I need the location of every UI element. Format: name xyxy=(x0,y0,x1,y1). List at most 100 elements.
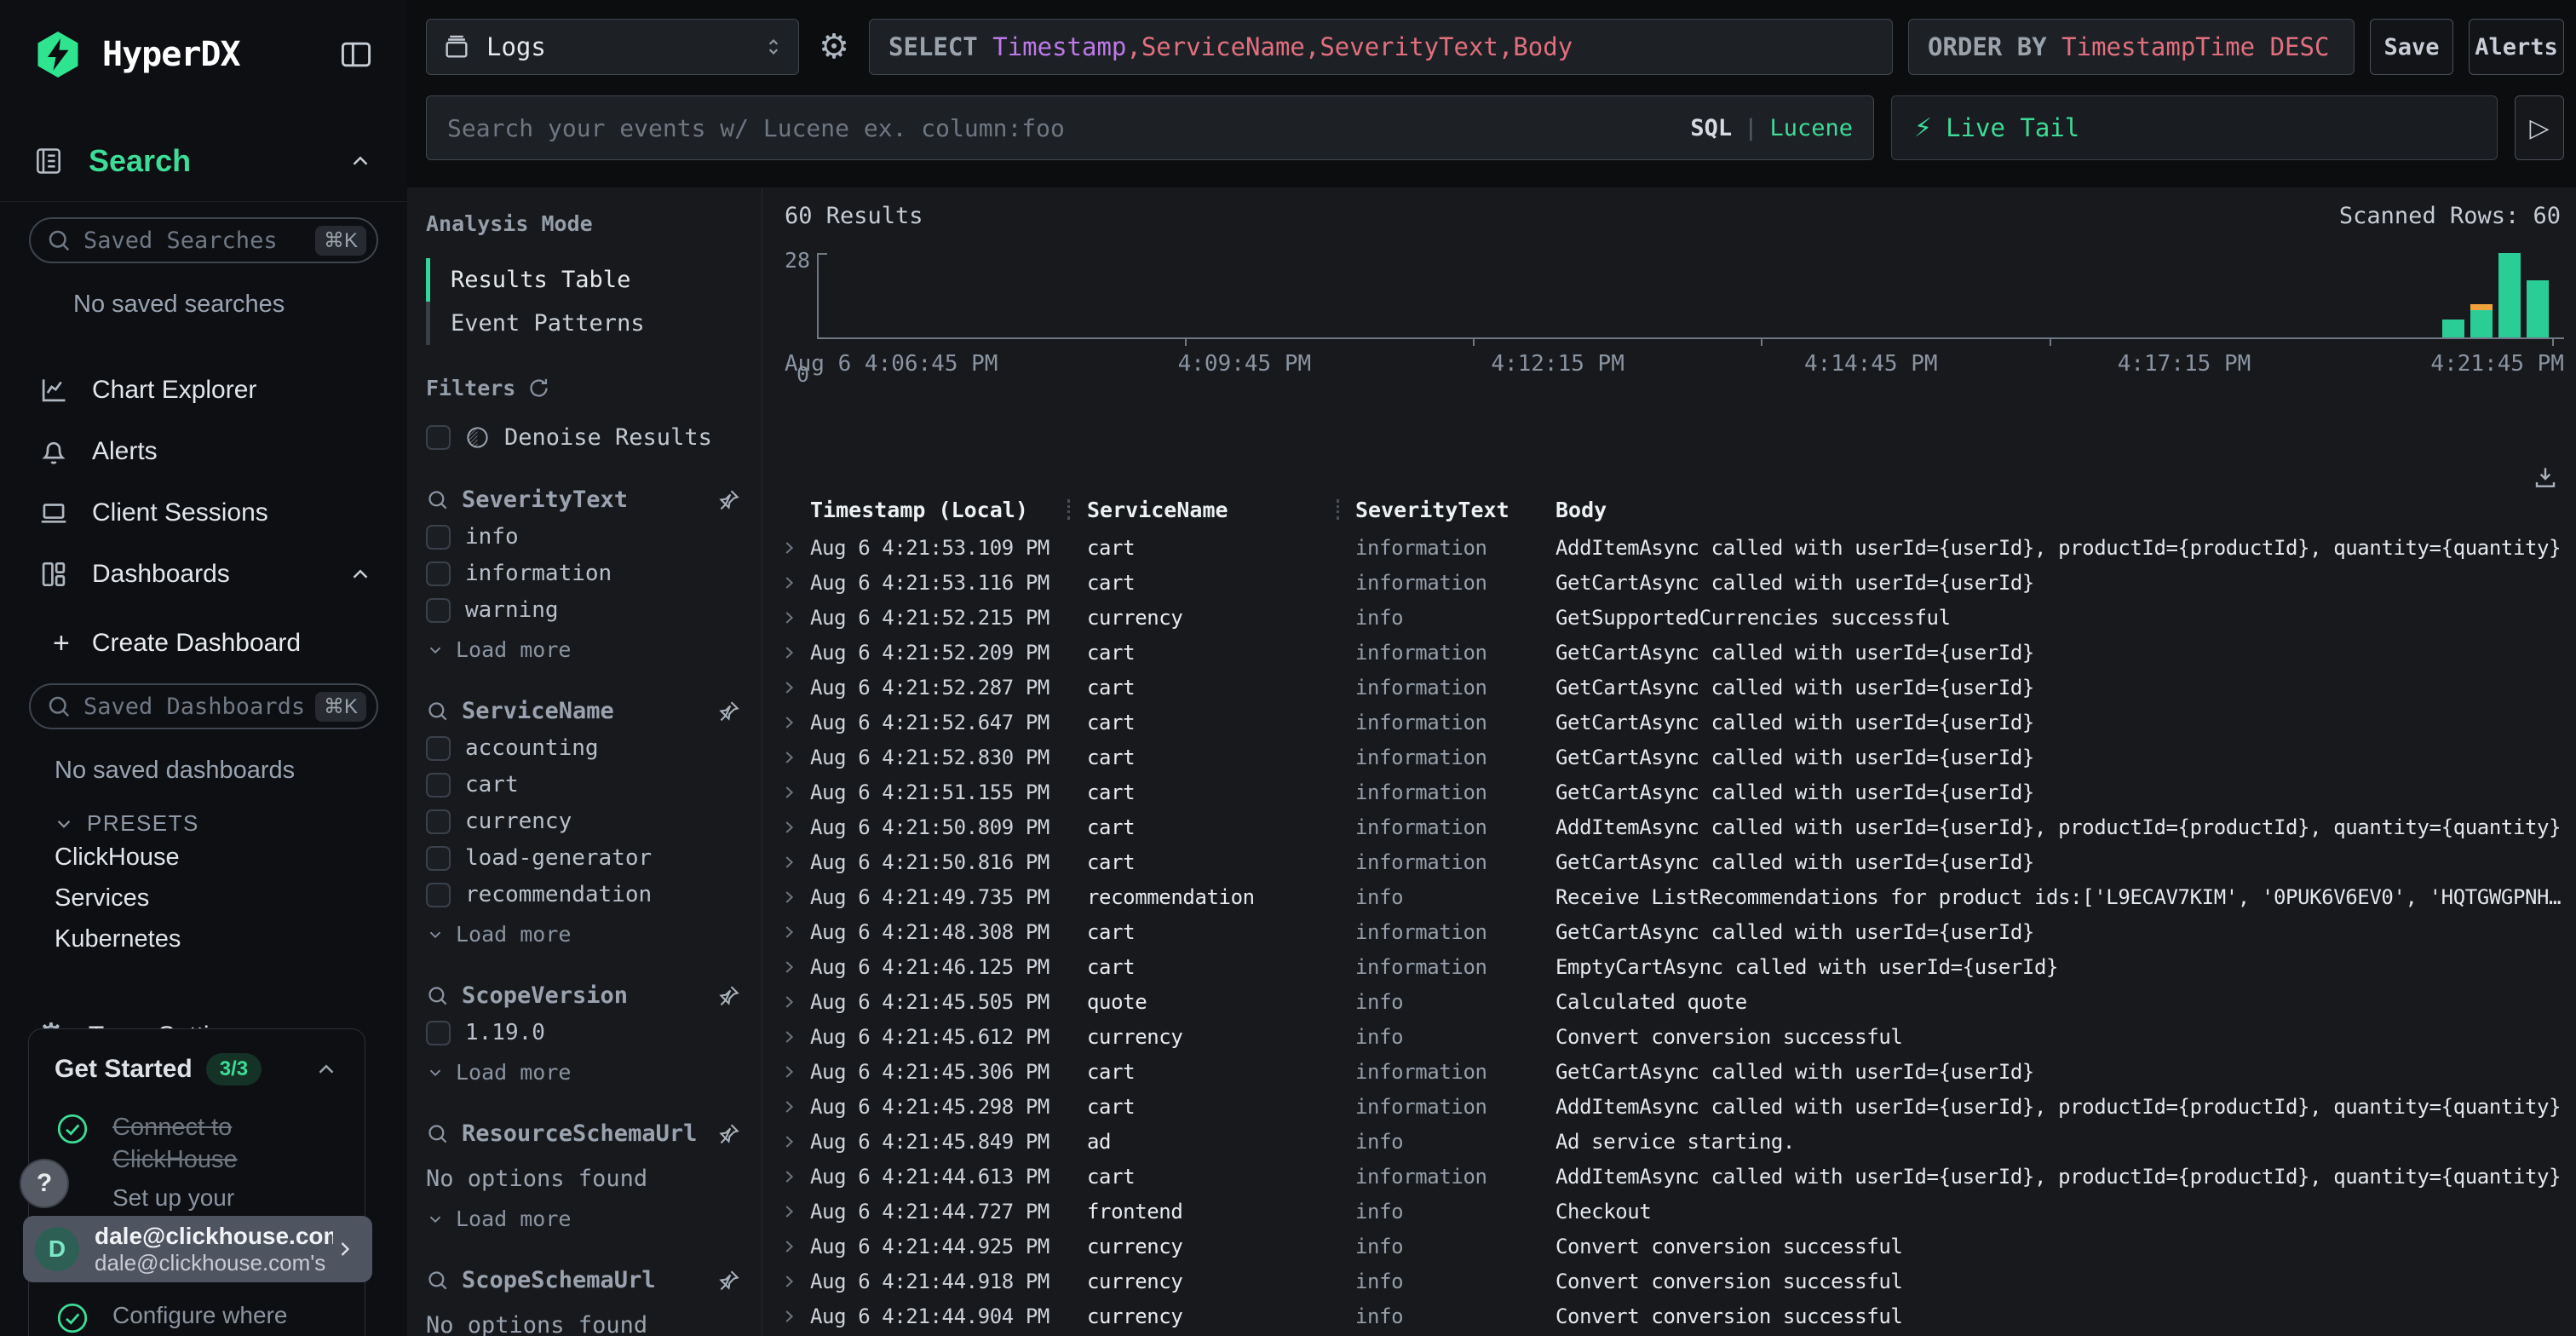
table-row[interactable]: Aug 6 4:21:53.109 PM cart information Ad… xyxy=(771,530,2576,565)
expand-row-icon[interactable] xyxy=(771,888,810,907)
load-more-button[interactable]: Load more xyxy=(426,637,741,662)
table-row[interactable]: Aug 6 4:21:45.505 PM quote info Calculat… xyxy=(771,984,2576,1019)
order-by-input[interactable]: ORDER BY TimestampTime DESC xyxy=(1908,19,2355,75)
expand-row-icon[interactable] xyxy=(771,1062,810,1081)
checkbox[interactable] xyxy=(426,736,451,761)
checkbox[interactable] xyxy=(426,561,451,586)
table-row[interactable]: Aug 6 4:21:45.306 PM cart information Ge… xyxy=(771,1054,2576,1089)
denoise-results-option[interactable]: Denoise Results xyxy=(426,424,741,451)
search-icon[interactable] xyxy=(426,488,449,511)
checkbox[interactable] xyxy=(426,1021,451,1045)
expand-row-icon[interactable] xyxy=(771,1307,810,1326)
table-row[interactable]: Aug 6 4:21:45.298 PM cart information Ad… xyxy=(771,1089,2576,1124)
filter-option[interactable]: 1.19.0 xyxy=(426,1020,741,1045)
chevron-up-icon[interactable] xyxy=(348,561,373,587)
table-row[interactable]: Aug 6 4:21:52.647 PM cart information Ge… xyxy=(771,705,2576,740)
sidebar-item-client-sessions[interactable]: Client Sessions xyxy=(0,482,407,544)
table-row[interactable]: Aug 6 4:21:44.918 PM currency info Conve… xyxy=(771,1264,2576,1299)
source-settings-button[interactable]: ⚙ xyxy=(814,19,854,75)
expand-row-icon[interactable] xyxy=(771,853,810,872)
table-row[interactable]: Aug 6 4:21:45.849 PM ad info Ad service … xyxy=(771,1124,2576,1159)
help-button[interactable]: ? xyxy=(20,1159,69,1208)
filter-option[interactable]: accounting xyxy=(426,735,741,761)
presets-toggle[interactable]: PRESETS xyxy=(53,810,407,837)
search-icon[interactable] xyxy=(426,1122,449,1145)
search-icon[interactable] xyxy=(426,1269,449,1292)
download-icon[interactable] xyxy=(2532,464,2559,491)
checkbox[interactable] xyxy=(426,846,451,871)
pin-icon[interactable] xyxy=(716,1268,741,1293)
expand-row-icon[interactable] xyxy=(771,1202,810,1221)
select-clause-input[interactable]: SELECT Timestamp ,ServiceName,SeverityTe… xyxy=(869,19,1893,75)
pin-icon[interactable] xyxy=(716,983,741,1008)
get-started-step-2[interactable]: Configure where your data comes from xyxy=(55,1300,339,1336)
checkbox[interactable] xyxy=(426,809,451,834)
alerts-button[interactable]: Alerts xyxy=(2469,19,2564,75)
checkbox[interactable] xyxy=(426,883,451,907)
filter-option[interactable]: cart xyxy=(426,772,741,798)
sql-mode-toggle[interactable]: SQL xyxy=(1690,115,1732,141)
expand-row-icon[interactable] xyxy=(771,923,810,942)
table-row[interactable]: Aug 6 4:21:44.925 PM currency info Conve… xyxy=(771,1229,2576,1264)
table-row[interactable]: Aug 6 4:21:46.125 PM cart information Em… xyxy=(771,949,2576,984)
sidebar-item-chart-explorer[interactable]: Chart Explorer xyxy=(0,360,407,421)
refresh-icon[interactable] xyxy=(527,377,550,400)
lucene-mode-toggle[interactable]: Lucene xyxy=(1769,115,1853,141)
sidebar-item-search[interactable]: Search xyxy=(0,143,407,179)
expand-row-icon[interactable] xyxy=(771,1097,810,1116)
pin-icon[interactable] xyxy=(716,1121,741,1146)
table-row[interactable]: Aug 6 4:21:44.727 PM frontend info Check… xyxy=(771,1194,2576,1229)
checkbox[interactable] xyxy=(426,425,451,450)
table-row[interactable]: Aug 6 4:21:50.816 PM cart information Ge… xyxy=(771,844,2576,879)
expand-row-icon[interactable] xyxy=(771,783,810,802)
saved-dashboards-input[interactable]: Saved Dashboards ⌘K xyxy=(29,683,378,729)
checkbox[interactable] xyxy=(426,598,451,623)
preset-dashboard-link[interactable]: Kubernetes xyxy=(55,918,407,959)
filter-option[interactable]: currency xyxy=(426,809,741,834)
chevron-up-icon[interactable] xyxy=(348,148,373,174)
table-row[interactable]: Aug 6 4:21:44.904 PM currency info Conve… xyxy=(771,1299,2576,1333)
expand-row-icon[interactable] xyxy=(771,818,810,837)
expand-row-icon[interactable] xyxy=(771,573,810,592)
sidebar-item-alerts[interactable]: Alerts xyxy=(0,421,407,482)
expand-row-icon[interactable] xyxy=(771,608,810,627)
source-select[interactable]: Logs xyxy=(426,19,799,75)
col-timestamp[interactable]: Timestamp (Local) xyxy=(810,498,1067,522)
chart-plot-area[interactable] xyxy=(817,253,2564,339)
table-row[interactable]: Aug 6 4:21:49.735 PM recommendation info… xyxy=(771,879,2576,914)
checkbox[interactable] xyxy=(426,525,451,550)
preset-dashboard-link[interactable]: ClickHouse xyxy=(55,837,407,878)
expand-row-icon[interactable] xyxy=(771,1237,810,1256)
table-row[interactable]: Aug 6 4:21:52.287 PM cart information Ge… xyxy=(771,670,2576,705)
table-row[interactable]: Aug 6 4:21:45.612 PM currency info Conve… xyxy=(771,1019,2576,1054)
search-icon[interactable] xyxy=(426,700,449,723)
load-more-button[interactable]: Load more xyxy=(426,1060,741,1085)
expand-row-icon[interactable] xyxy=(771,1167,810,1186)
table-row[interactable]: Aug 6 4:21:52.215 PM currency info GetSu… xyxy=(771,600,2576,635)
mode-results-table[interactable]: Results Table xyxy=(426,258,741,302)
create-dashboard-button[interactable]: + Create Dashboard xyxy=(0,619,407,668)
expand-row-icon[interactable] xyxy=(771,748,810,767)
results-histogram[interactable]: 28 0 Aug 6 4:06:45 PM4:09:45 PM4:12:15 P… xyxy=(785,253,2564,377)
table-row[interactable]: Aug 6 4:21:53.116 PM cart information Ge… xyxy=(771,565,2576,600)
col-severitytext[interactable]: SeverityText xyxy=(1355,498,1555,522)
load-more-button[interactable]: Load more xyxy=(426,922,741,947)
run-query-button[interactable]: ▷ xyxy=(2515,95,2564,160)
col-body[interactable]: Body xyxy=(1555,498,2576,522)
chevron-up-icon[interactable] xyxy=(313,1057,339,1082)
filter-option[interactable]: info xyxy=(426,524,741,550)
checkbox[interactable] xyxy=(426,773,451,798)
table-row[interactable]: Aug 6 4:21:44.613 PM cart information Ad… xyxy=(771,1159,2576,1194)
expand-row-icon[interactable] xyxy=(771,993,810,1011)
expand-row-icon[interactable] xyxy=(771,1132,810,1151)
filter-option[interactable]: recommendation xyxy=(426,882,741,907)
column-resize-handle[interactable] xyxy=(1067,499,1087,520)
table-row[interactable]: Aug 6 4:21:52.830 PM cart information Ge… xyxy=(771,740,2576,775)
search-icon[interactable] xyxy=(426,984,449,1007)
event-search-input[interactable]: Search your events w/ Lucene ex. column:… xyxy=(426,95,1874,160)
table-row[interactable]: Aug 6 4:21:48.308 PM cart information Ge… xyxy=(771,914,2576,949)
saved-searches-input[interactable]: Saved Searches ⌘K xyxy=(29,217,378,263)
preset-dashboard-link[interactable]: Services xyxy=(55,878,407,918)
expand-row-icon[interactable] xyxy=(771,1028,810,1046)
chart-bar[interactable] xyxy=(2498,253,2521,337)
